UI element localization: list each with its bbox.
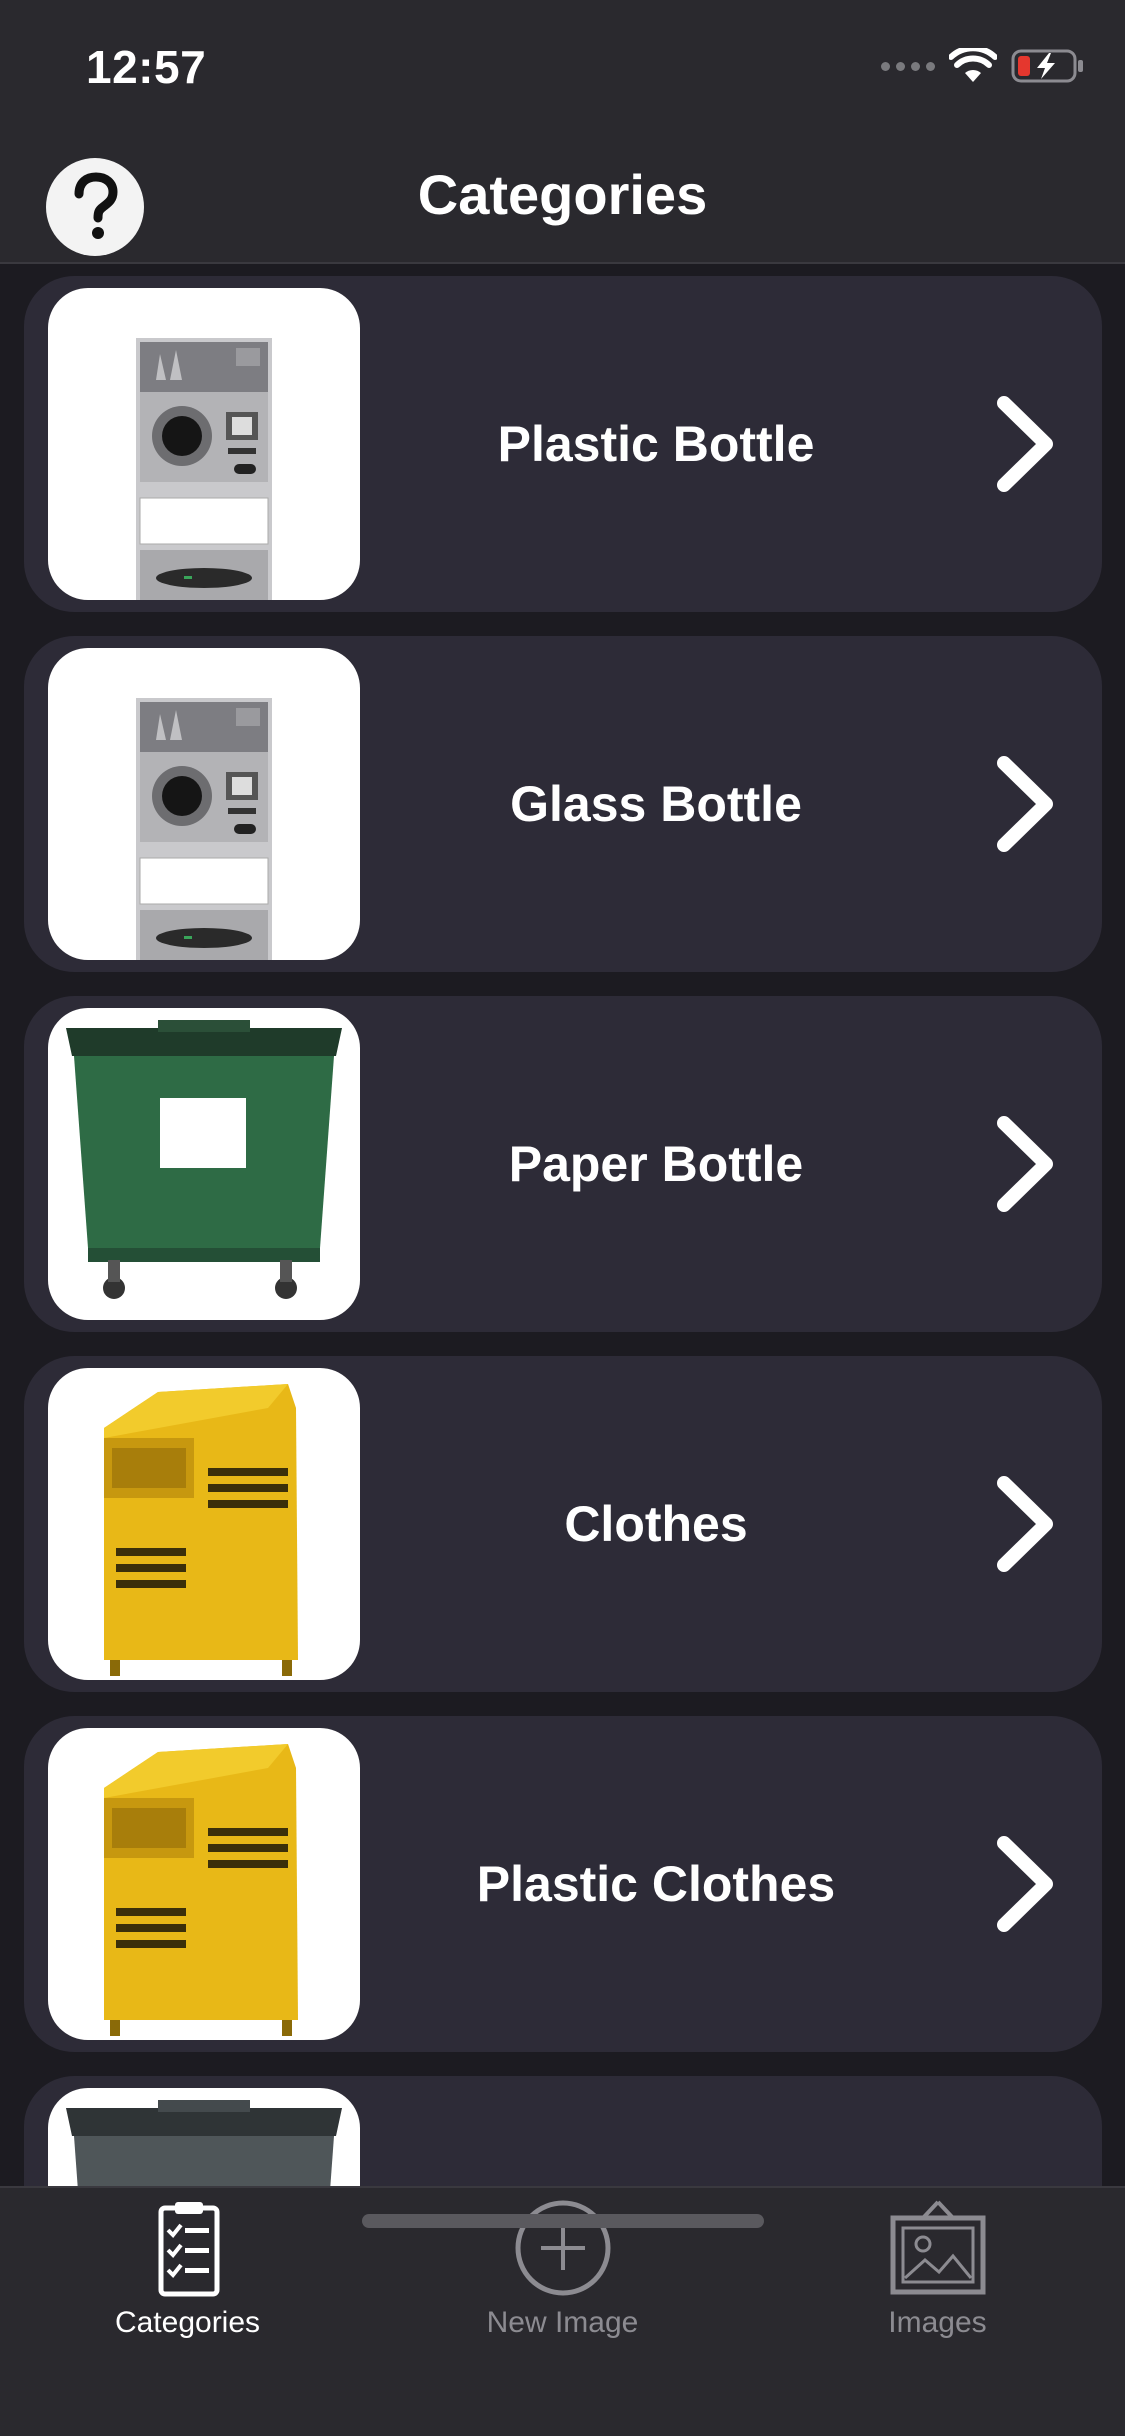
home-indicator[interactable] — [362, 2214, 764, 2228]
reverse-vending-machine-image — [48, 288, 360, 600]
category-card-glass-bottle[interactable]: Glass Bottle — [24, 636, 1102, 972]
chevron-right-icon — [997, 1836, 1053, 1932]
category-label: Plastic Bottle — [497, 416, 815, 472]
signal-dots-icon — [881, 61, 935, 71]
reverse-vending-machine-image — [48, 648, 360, 960]
yellow-clothes-container-image — [48, 1728, 360, 2040]
chevron-right-icon — [997, 1116, 1053, 1212]
chevron-right-icon — [997, 396, 1053, 492]
navigation-bar: Categories — [0, 132, 1125, 264]
tab-images[interactable]: Images — [750, 2188, 1125, 2368]
category-label — [360, 2076, 952, 2186]
chevron-right-icon — [997, 1476, 1053, 1572]
battery-charging-icon — [1011, 49, 1083, 83]
tab-label: Images — [888, 2306, 987, 2339]
tab-categories[interactable]: Categories — [0, 2188, 375, 2368]
tab-label: New Image — [486, 2306, 639, 2339]
wifi-icon — [949, 48, 997, 82]
chevron-right-icon — [997, 756, 1053, 852]
category-label: Paper Bottle — [508, 1136, 804, 1192]
status-bar: 12:57 — [0, 0, 1125, 132]
category-label: Clothes — [564, 1496, 748, 1552]
page-title: Categories — [417, 163, 708, 226]
green-paper-bin-image — [48, 1008, 360, 1320]
status-time: 12:57 — [86, 41, 207, 93]
category-list[interactable]: Plastic Bottle Glass Bottle Paper Bottle… — [0, 266, 1125, 2186]
grey-bin-image — [48, 2088, 360, 2186]
category-card-clothes[interactable]: Clothes — [24, 1356, 1102, 1692]
category-label: Glass Bottle — [510, 776, 802, 832]
category-card-plastic-bottle[interactable]: Plastic Bottle — [24, 276, 1102, 612]
category-card-plastic-clothes[interactable]: Plastic Clothes — [24, 1716, 1102, 2052]
clipboard-checklist-icon — [158, 2202, 219, 2297]
category-card-paper-bottle[interactable]: Paper Bottle — [24, 996, 1102, 1332]
category-card-partial[interactable] — [24, 2076, 1102, 2186]
status-icons — [881, 46, 1085, 86]
plus-circle-icon — [515, 2200, 610, 2296]
yellow-clothes-container-image — [48, 1368, 360, 1680]
category-label: Plastic Clothes — [476, 1856, 836, 1912]
tab-label: Categories — [114, 2306, 261, 2339]
picture-frame-icon — [890, 2200, 985, 2295]
